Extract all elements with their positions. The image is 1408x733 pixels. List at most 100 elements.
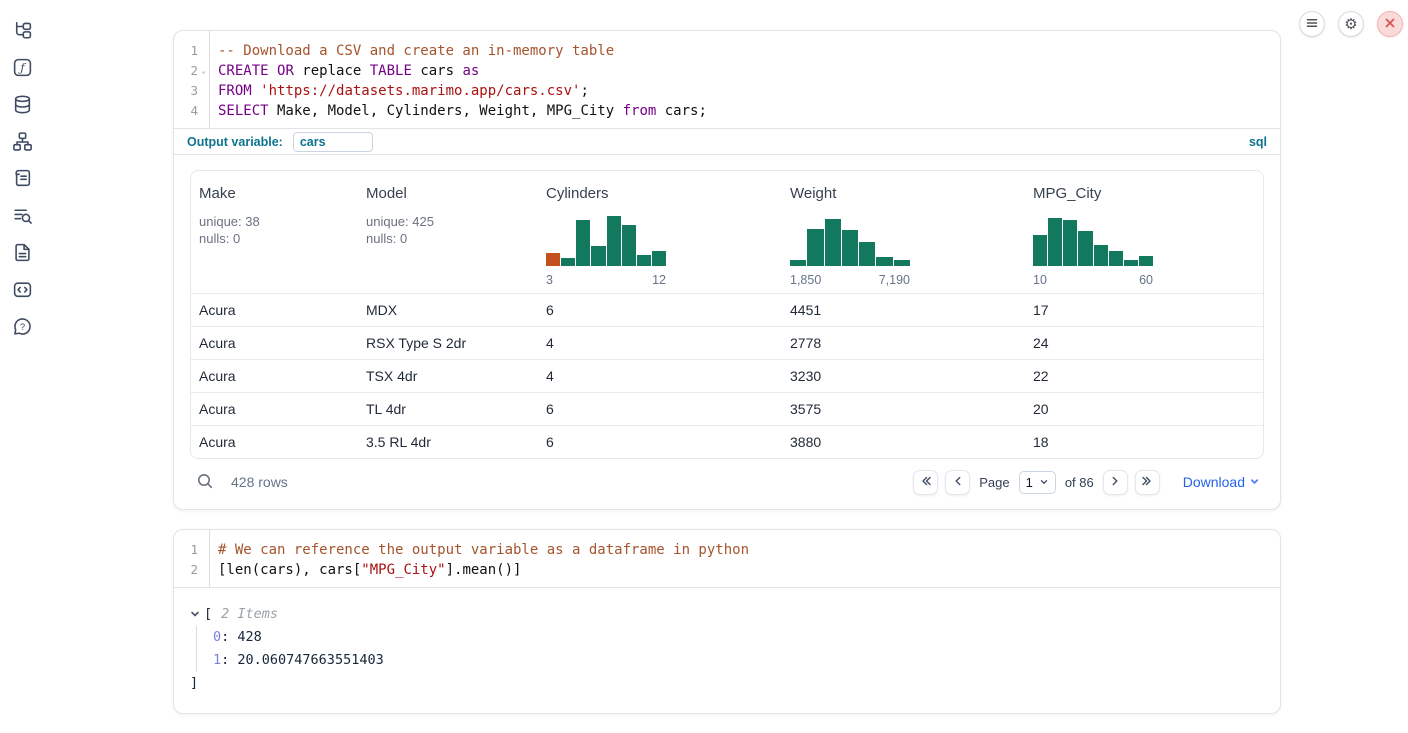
function-square-icon: ƒ xyxy=(12,57,33,81)
sidebar-item-logs[interactable] xyxy=(12,206,33,227)
next-page-button[interactable] xyxy=(1103,470,1128,495)
file-text-icon xyxy=(12,242,33,266)
pagination: Page 1 of 86 xyxy=(913,470,1260,495)
table-cell: 18 xyxy=(1025,426,1263,458)
tree-collapse-icon[interactable] xyxy=(190,609,200,619)
sql-code-editor[interactable]: 12⌄34-- Download a CSV and create an in-… xyxy=(174,31,1280,128)
shutdown-button[interactable] xyxy=(1377,11,1403,37)
histogram-bar xyxy=(1063,220,1077,266)
line-number: 2 xyxy=(190,61,198,81)
row-count: 428 rows xyxy=(231,474,288,490)
sidebar-item-scratchpad[interactable] xyxy=(12,169,33,190)
tree-entry-value: 20.060747663551403 xyxy=(237,652,383,668)
histogram-bar xyxy=(1094,245,1108,266)
histogram-bar xyxy=(1048,218,1062,267)
code-lines: -- Download a CSV and create an in-memor… xyxy=(210,31,1280,128)
download-button[interactable]: Download xyxy=(1183,474,1260,490)
histogram-bar xyxy=(1109,251,1123,266)
sidebar-item-variables[interactable]: ƒ xyxy=(12,58,33,79)
sidebar-item-dependency-graph[interactable] xyxy=(12,132,33,153)
table-cell: 22 xyxy=(1025,360,1263,392)
page-label: Page xyxy=(979,475,1009,490)
table-cell: 17 xyxy=(1025,294,1263,326)
settings-button[interactable]: ⚙ xyxy=(1338,11,1364,37)
python-code-editor[interactable]: 12 # We can reference the output variable… xyxy=(174,530,1280,588)
table-row[interactable]: AcuraMDX6445117 xyxy=(191,293,1263,326)
histogram-axis-labels: 1,8507,190 xyxy=(790,273,910,287)
column-header[interactable]: MPG_City1060 xyxy=(1025,171,1263,293)
page-select-value: 1 xyxy=(1026,475,1033,490)
histogram-bar xyxy=(807,229,823,267)
chevron-left-icon xyxy=(951,474,965,491)
table-body: AcuraMDX6445117AcuraRSX Type S 2dr427782… xyxy=(191,293,1263,458)
histogram-bar xyxy=(637,255,651,266)
tree-item-count: 2 Items xyxy=(221,606,278,622)
chevrons-right-icon xyxy=(1140,474,1154,491)
column-name: Weight xyxy=(790,185,1017,202)
page-select[interactable]: 1 xyxy=(1019,471,1056,494)
sidebar-item-data-sources[interactable] xyxy=(12,95,33,116)
column-header[interactable]: Cylinders 312 xyxy=(538,171,782,293)
search-icon xyxy=(196,472,214,493)
column-stats: unique: 425nulls: 0 xyxy=(366,213,530,247)
sidebar-item-help[interactable]: ? xyxy=(12,317,33,338)
table-cell: Acura xyxy=(191,393,358,425)
first-page-button[interactable] xyxy=(913,470,938,495)
tree-entry-key: 0 xyxy=(213,629,221,645)
svg-text:ƒ: ƒ xyxy=(17,60,26,74)
column-name: Cylinders xyxy=(546,185,774,202)
table-row[interactable]: AcuraTSX 4dr4323022 xyxy=(191,359,1263,392)
code-snippet-icon xyxy=(12,279,33,303)
fold-chevron-icon[interactable]: ⌄ xyxy=(198,61,209,81)
histogram-bar xyxy=(1033,235,1047,266)
table-row[interactable]: Acura3.5 RL 4dr6388018 xyxy=(191,425,1263,458)
download-label: Download xyxy=(1183,474,1245,490)
code-line: SELECT Make, Model, Cylinders, Weight, M… xyxy=(218,101,1280,121)
tree-open-bracket: [ xyxy=(204,606,212,622)
sidebar-item-file-explorer[interactable] xyxy=(12,21,33,42)
tree-entry: 1: 20.060747663551403 xyxy=(213,649,1264,672)
line-number-gutter: 12 xyxy=(174,530,210,587)
table-row[interactable]: AcuraTL 4dr6357520 xyxy=(191,392,1263,425)
column-header[interactable]: Modelunique: 425nulls: 0 xyxy=(358,171,538,293)
histogram-axis-labels: 312 xyxy=(546,273,666,287)
column-header[interactable]: Makeunique: 38nulls: 0 xyxy=(191,171,358,293)
last-page-button[interactable] xyxy=(1135,470,1160,495)
histogram-bar xyxy=(790,260,806,266)
menu-button[interactable] xyxy=(1299,11,1325,37)
table-cell: Acura xyxy=(191,360,358,392)
table-cell: MDX xyxy=(358,294,538,326)
output-variable-input[interactable] xyxy=(293,132,373,152)
sidebar-item-snippets[interactable] xyxy=(12,280,33,301)
chevron-right-icon xyxy=(1108,474,1122,491)
table-cell: Acura xyxy=(191,327,358,359)
code-line: CREATE OR replace TABLE cars as xyxy=(218,61,1280,81)
sql-output-area: Makeunique: 38nulls: 0Modelunique: 425nu… xyxy=(174,155,1280,509)
column-header[interactable]: Weight 1,8507,190 xyxy=(782,171,1025,293)
table-row[interactable]: AcuraRSX Type S 2dr4277824 xyxy=(191,326,1263,359)
table-footer: 428 rows Page 1 xyxy=(190,459,1264,499)
gear-icon: ⚙ xyxy=(1344,17,1357,32)
table-cell: 24 xyxy=(1025,327,1263,359)
line-number: 4 xyxy=(190,101,198,121)
output-variable-label: Output variable: xyxy=(187,135,283,149)
tree-entry-value: 428 xyxy=(237,629,261,645)
network-icon xyxy=(12,131,33,155)
code-lines: # We can reference the output variable a… xyxy=(210,530,1280,587)
page-total-label: of 86 xyxy=(1065,475,1094,490)
chevron-down-icon xyxy=(1249,474,1260,490)
sidebar: ƒ xyxy=(0,0,44,729)
close-icon xyxy=(1384,17,1396,32)
table-cell: TL 4dr xyxy=(358,393,538,425)
histogram-bar xyxy=(576,220,590,266)
code-line: # We can reference the output variable a… xyxy=(218,540,1280,560)
python-cell: 12 # We can reference the output variable… xyxy=(173,529,1281,714)
prev-page-button[interactable] xyxy=(945,470,970,495)
column-histogram xyxy=(790,216,910,266)
table-search-button[interactable] xyxy=(194,470,216,495)
sidebar-item-documentation[interactable] xyxy=(12,243,33,264)
histogram-bar xyxy=(1078,231,1092,266)
table-cell: Acura xyxy=(191,294,358,326)
table-cell: 3880 xyxy=(782,426,1025,458)
code-line: -- Download a CSV and create an in-memor… xyxy=(218,41,1280,61)
